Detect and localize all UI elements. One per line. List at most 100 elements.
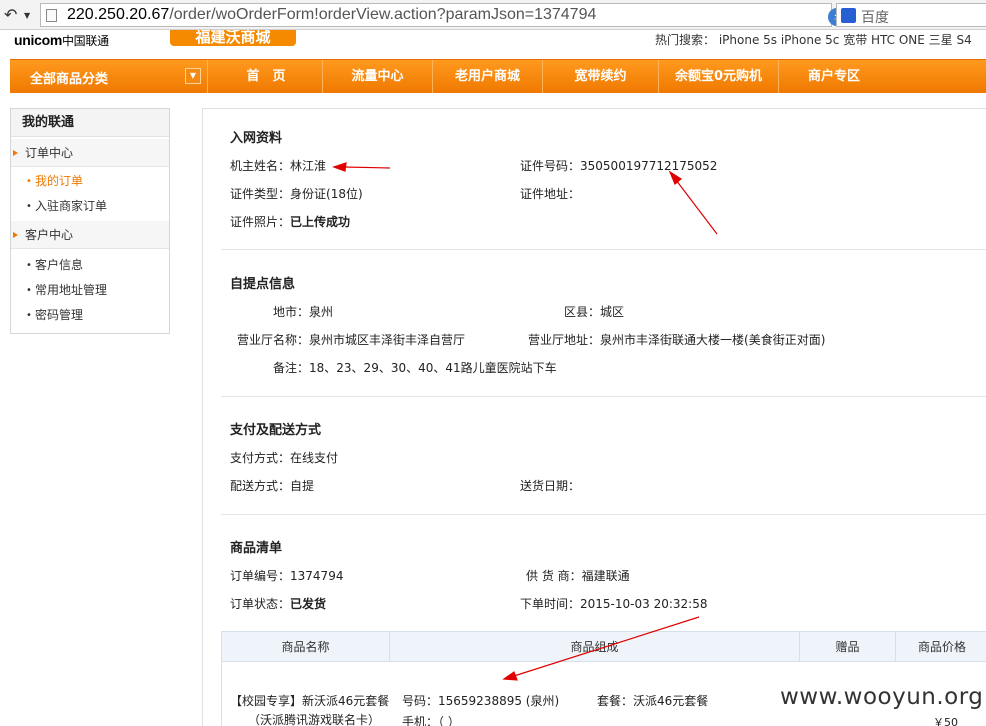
owner-name-row: 机主姓名：林江淮 xyxy=(230,157,326,174)
section-title-pickup: 自提点信息 xyxy=(230,277,296,292)
chevron-down-icon[interactable]: ▼ xyxy=(24,6,30,26)
delivery-date-label: 送货日期： xyxy=(520,479,581,493)
order-time-label: 下单时间： xyxy=(520,597,581,611)
sidebar-item-addresses[interactable]: 常用地址管理 xyxy=(11,278,169,303)
back-arrow-icon: ↶ xyxy=(4,5,18,24)
city-row: 地市：泉州 xyxy=(273,303,333,320)
delivery-method-value: 自提 xyxy=(290,479,315,493)
delivery-date-row: 送货日期： xyxy=(520,477,580,494)
product-number: 号码：15659238895 (泉州) xyxy=(402,694,560,708)
search-placeholder: 百度 xyxy=(861,10,889,26)
order-status-row: 订单状态：已发货 xyxy=(230,595,326,612)
hall-name-value: 泉州市城区丰泽街丰泽自营厅 xyxy=(309,333,466,347)
hall-name-row: 营业厅名称：泉州市城区丰泽街丰泽自营厅 xyxy=(237,331,465,348)
nav-items: 首 页 流量中心 老用户商城 宽带续约 余额宝0元购机 商户专区 xyxy=(210,60,889,93)
owner-name-label: 机主姓名： xyxy=(230,159,291,173)
nav-item-home[interactable]: 首 页 xyxy=(210,60,323,93)
district-value: 城区 xyxy=(600,305,625,319)
nav-item-yuebao[interactable]: 余额宝0元购机 xyxy=(659,60,779,93)
order-number-value: 1374794 xyxy=(290,569,344,583)
id-photo-row: 证件照片：已上传成功 xyxy=(230,213,350,230)
column-header-price: 商品价格 xyxy=(917,640,966,654)
section-divider xyxy=(221,396,986,397)
id-photo-value: 已上传成功 xyxy=(290,215,351,229)
watermark: www.wooyun.org xyxy=(780,684,984,710)
logo-cn: 中国联通 xyxy=(61,34,109,48)
product-plan: 套餐：沃派46元套餐 xyxy=(597,694,709,708)
pay-method-label: 支付方式： xyxy=(230,451,291,465)
nav-item-traffic[interactable]: 流量中心 xyxy=(323,60,433,93)
district-label: 区县： xyxy=(564,305,601,319)
note-label: 备注： xyxy=(273,361,310,375)
note-row: 备注：18、23、29、30、40、41路儿童医院站下车 xyxy=(273,359,557,376)
sidebar-item-my-orders[interactable]: 我的订单 xyxy=(11,169,169,194)
product-price: ￥50 xyxy=(933,716,958,726)
id-type-value: 身份证(18位) xyxy=(290,187,363,201)
all-categories[interactable]: 全部商品分类 ▼ xyxy=(10,60,208,93)
section-title-registration: 入网资料 xyxy=(230,131,283,146)
chevron-down-icon[interactable]: ▼ xyxy=(185,68,201,84)
browser-toolbar: ↶ ▼ 220.250.20.67/order/woOrderForm!order… xyxy=(0,0,986,30)
section-title-products: 商品清单 xyxy=(230,541,283,556)
sidebar: 我的联通 订单中心 我的订单 入驻商家订单 客户中心 客户信息 常用地址管理 密… xyxy=(10,108,170,334)
id-number-row: 证件号码：350500197712175052 xyxy=(520,157,717,174)
supplier-row: 供 货 商：福建联通 xyxy=(526,567,630,584)
column-header-name: 商品名称 xyxy=(222,632,390,662)
pay-method-value: 在线支付 xyxy=(290,451,339,465)
owner-name-value: 林江淮 xyxy=(290,159,327,173)
delivery-method-label: 配送方式： xyxy=(230,479,291,493)
mall-title[interactable]: 福建沃商城 xyxy=(170,30,296,46)
order-number-row: 订单编号：1374794 xyxy=(230,567,343,584)
id-type-row: 证件类型：身份证(18位) xyxy=(230,185,363,202)
table-header: 商品名称 商品组成 赠品 商品价格 xyxy=(222,632,986,662)
column-header-gift: 赠品 xyxy=(800,632,896,662)
sidebar-title: 我的联通 xyxy=(11,109,169,137)
hall-name-label: 营业厅名称： xyxy=(237,333,310,347)
url-text[interactable]: 220.250.20.67/order/woOrderForm!orderVie… xyxy=(67,6,596,24)
district-row: 区县：城区 xyxy=(564,303,624,320)
url-path: /order/woOrderForm!orderView.action?para… xyxy=(169,6,597,23)
sidebar-group-orders[interactable]: 订单中心 xyxy=(11,139,169,167)
product-name-line2: （沃派腾讯游戏联名卡） xyxy=(248,713,381,726)
order-detail-panel: 入网资料 机主姓名：林江淮 证件号码：350500197712175052 证件… xyxy=(202,108,986,726)
order-time-row: 下单时间：2015-10-03 20:32:58 xyxy=(520,595,707,612)
address-bar[interactable]: 220.250.20.67/order/woOrderForm!orderVie… xyxy=(40,3,865,27)
back-button[interactable]: ↶ ▼ xyxy=(4,5,34,25)
id-number-value: 350500197712175052 xyxy=(580,159,718,173)
site-logo[interactable]: unicom中国联通 xyxy=(14,32,109,49)
sidebar-item-password[interactable]: 密码管理 xyxy=(11,303,169,328)
section-divider xyxy=(221,514,986,515)
hall-address-label: 营业厅地址： xyxy=(528,333,601,347)
section-title-payment: 支付及配送方式 xyxy=(230,423,322,438)
section-divider xyxy=(221,249,986,250)
nav-item-merchant[interactable]: 商户专区 xyxy=(779,60,889,93)
order-status-label: 订单状态： xyxy=(230,597,291,611)
hall-address-row: 营业厅地址：泉州市丰泽街联通大楼一楼(美食街正对面) xyxy=(528,331,825,348)
supplier-value: 福建联通 xyxy=(581,569,630,583)
city-value: 泉州 xyxy=(309,305,334,319)
hot-search[interactable]: 热门搜索： iPhone 5s iPhone 5c 宽带 HTC ONE 三星 … xyxy=(655,31,972,48)
supplier-label: 供 货 商： xyxy=(526,569,582,583)
sidebar-group-customer[interactable]: 客户中心 xyxy=(11,221,169,249)
order-status-value: 已发货 xyxy=(290,597,327,611)
id-photo-label: 证件照片： xyxy=(230,215,291,229)
nav-item-old-user[interactable]: 老用户商城 xyxy=(433,60,543,93)
city-label: 地市： xyxy=(273,305,310,319)
sidebar-item-merchant-orders[interactable]: 入驻商家订单 xyxy=(11,194,169,219)
logo-en: unicom xyxy=(14,32,62,48)
search-input[interactable]: 🐾 百度 xyxy=(836,3,986,27)
delivery-method-row: 配送方式：自提 xyxy=(230,477,314,494)
url-host: 220.250.20.67 xyxy=(67,6,170,23)
id-address-row: 证件地址： xyxy=(520,185,580,202)
page-icon xyxy=(46,9,57,22)
product-name-line1[interactable]: 【校园专享】新沃派46元套餐 xyxy=(230,692,389,709)
order-number-label: 订单编号： xyxy=(230,569,291,583)
product-phone: 手机：（ ） xyxy=(402,715,460,726)
sidebar-item-customer-info[interactable]: 客户信息 xyxy=(11,253,169,278)
baidu-icon[interactable]: 🐾 xyxy=(841,8,856,23)
id-type-label: 证件类型： xyxy=(230,187,291,201)
product-table: 商品名称 商品组成 赠品 商品价格 【校园专享】新沃派46元套餐 （沃派腾讯游戏… xyxy=(221,631,986,726)
note-value: 18、23、29、30、40、41路儿童医院站下车 xyxy=(309,361,557,375)
main-nav: 全部商品分类 ▼ 首 页 流量中心 老用户商城 宽带续约 余额宝0元购机 商户专… xyxy=(10,59,986,93)
nav-item-broadband[interactable]: 宽带续约 xyxy=(543,60,659,93)
